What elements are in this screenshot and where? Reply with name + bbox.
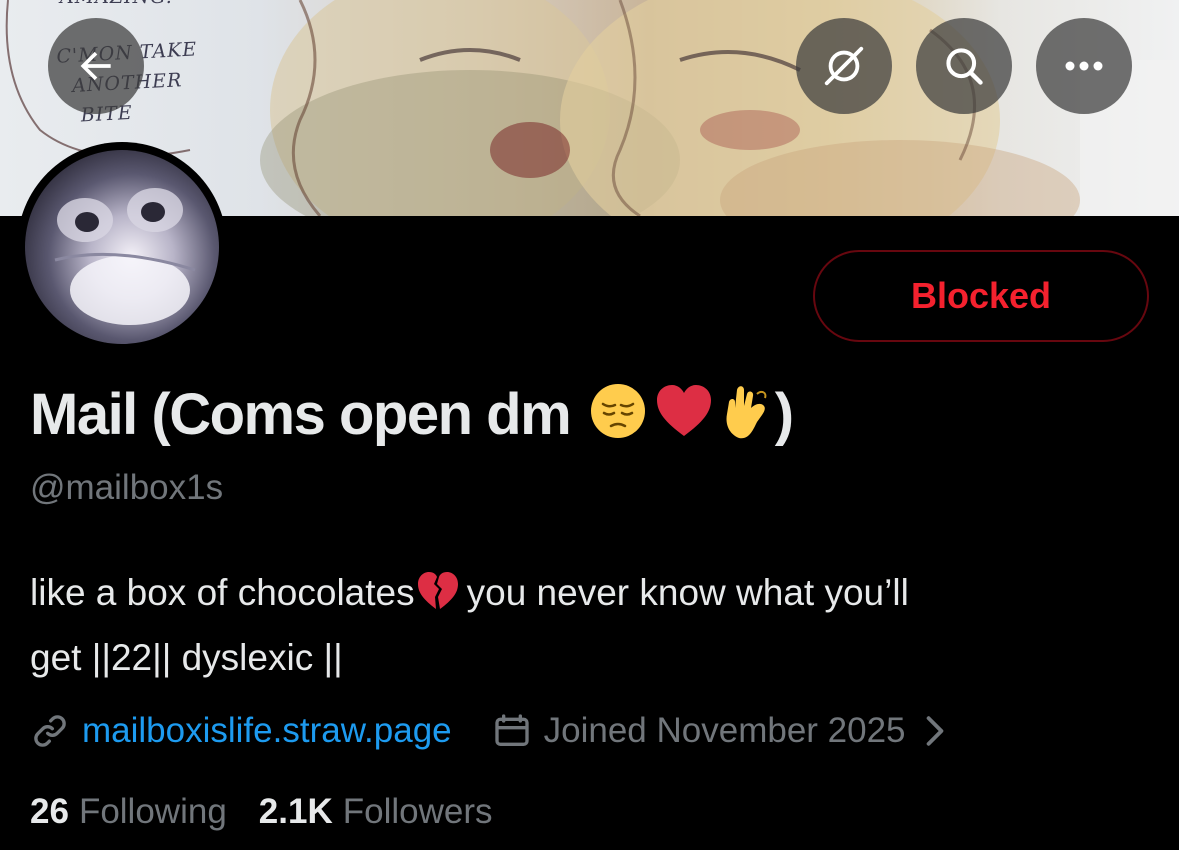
more-button[interactable] — [1036, 18, 1132, 114]
bio-text-line2: get ||22|| dyslexic || — [30, 637, 343, 678]
joined-text: Joined November 2025 — [543, 711, 906, 750]
avatar-image — [25, 150, 219, 344]
more-horizontal-icon — [1065, 61, 1103, 71]
avatar[interactable] — [17, 142, 227, 352]
display-name: Mail (Coms open dm ) — [30, 380, 794, 456]
followers-label: Followers — [342, 792, 493, 831]
pensive-face-icon — [589, 382, 647, 456]
blocked-button[interactable]: Blocked — [813, 250, 1149, 342]
bio-text-line1-rest: you never know what you’ll — [466, 572, 909, 613]
pinched-hand-icon — [721, 382, 771, 456]
username-handle: @mailbox1s — [30, 468, 224, 507]
red-heart-icon — [655, 384, 713, 454]
link-icon — [34, 715, 66, 747]
display-name-close: ) — [774, 382, 794, 447]
profile-bio: like a box of chocolates you never know … — [30, 563, 1150, 687]
website-url[interactable]: mailboxislife.straw.page — [82, 711, 452, 751]
search-button[interactable] — [916, 18, 1012, 114]
broken-heart-icon — [417, 569, 459, 628]
profile-meta: mailboxislife.straw.page Joined November… — [30, 706, 946, 756]
website-link[interactable]: mailboxislife.straw.page — [30, 711, 452, 751]
follow-counts: 26 Following 2.1K Followers — [30, 792, 493, 832]
followers-count: 2.1K — [258, 792, 333, 831]
following-count-link[interactable]: 26 Following — [30, 792, 227, 832]
grok-button[interactable] — [796, 18, 892, 114]
search-icon — [946, 48, 983, 85]
arrow-left-icon — [80, 51, 111, 81]
bio-text-line1: like a box of chocolates — [30, 572, 415, 613]
display-name-text: Mail (Coms open dm — [30, 382, 572, 447]
back-button[interactable] — [48, 18, 144, 114]
joined-date[interactable]: Joined November 2025 — [492, 711, 946, 751]
following-label: Following — [78, 792, 227, 831]
banner-handwriting-top: AMAZING. — [60, 0, 173, 8]
following-count: 26 — [30, 792, 69, 831]
calendar-icon — [494, 714, 529, 746]
grok-icon — [824, 46, 864, 86]
chevron-right-icon — [926, 716, 943, 746]
followers-count-link[interactable]: 2.1K Followers — [259, 792, 493, 832]
